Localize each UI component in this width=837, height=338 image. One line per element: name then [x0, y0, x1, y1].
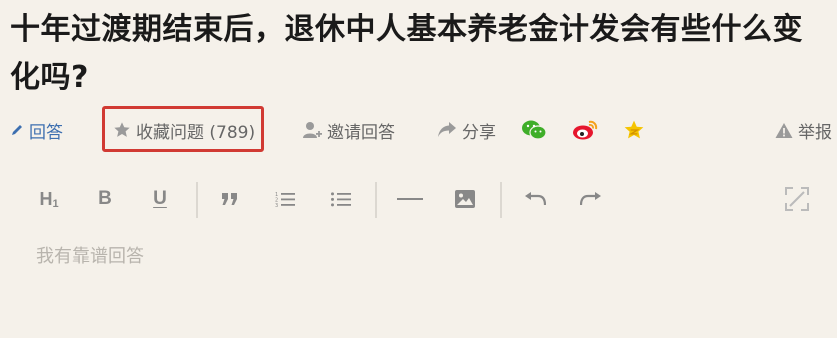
- answer-editor[interactable]: 我有靠谱回答: [36, 242, 816, 272]
- qzone-star-icon: [623, 119, 645, 141]
- editor-toolbar: H1 B U 123: [0, 176, 837, 222]
- answer-button[interactable]: 回答: [10, 110, 63, 150]
- report-label: 举报: [798, 122, 832, 143]
- blockquote-button[interactable]: [215, 184, 245, 214]
- underline-icon: U: [153, 188, 167, 209]
- horizontal-rule-icon: [397, 197, 423, 201]
- wechat-icon: [521, 119, 547, 141]
- question-title: 十年过渡期结束后，退休中人基本养老金计发会有些什么变化吗?: [10, 12, 803, 95]
- share-label: 分享: [462, 122, 496, 143]
- share-qzone-button[interactable]: [623, 110, 645, 150]
- bold-button[interactable]: B: [90, 184, 120, 214]
- undo-button[interactable]: [520, 184, 550, 214]
- answer-label: 回答: [29, 122, 63, 143]
- collect-highlight-box: [102, 106, 264, 152]
- invite-user-icon: [302, 120, 322, 140]
- toolbar-divider: [196, 182, 198, 218]
- quote-icon: [221, 192, 239, 206]
- fullscreen-button[interactable]: [782, 184, 812, 214]
- editor-placeholder: 我有靠谱回答: [36, 246, 144, 267]
- heading1-button[interactable]: H1: [34, 184, 64, 214]
- weibo-icon: [572, 119, 598, 141]
- bold-icon: B: [98, 188, 112, 209]
- invite-answer-button[interactable]: 邀请回答: [302, 110, 395, 150]
- redo-button[interactable]: [576, 184, 606, 214]
- pencil-icon: [10, 123, 24, 137]
- invite-label: 邀请回答: [327, 122, 395, 143]
- horizontal-rule-button[interactable]: [395, 184, 425, 214]
- fullscreen-icon: [785, 187, 809, 211]
- ordered-list-button[interactable]: 123: [270, 184, 300, 214]
- underline-button[interactable]: U: [145, 184, 175, 214]
- toolbar-divider: [375, 182, 377, 218]
- warning-icon: [775, 122, 793, 139]
- insert-image-button[interactable]: [450, 184, 480, 214]
- bullet-list-icon: [331, 191, 351, 207]
- share-icon: [437, 121, 457, 139]
- report-button[interactable]: 举报: [775, 110, 832, 150]
- svg-text:3: 3: [275, 203, 278, 207]
- redo-icon: [580, 192, 602, 206]
- share-weibo-button[interactable]: [572, 110, 598, 150]
- undo-icon: [524, 192, 546, 206]
- bullet-list-button[interactable]: [326, 184, 356, 214]
- share-button[interactable]: 分享: [437, 110, 496, 150]
- share-wechat-button[interactable]: [521, 110, 547, 150]
- ordered-list-icon: 123: [275, 191, 295, 207]
- toolbar-divider: [500, 182, 502, 218]
- image-icon: [455, 190, 475, 208]
- heading-icon: H1: [39, 188, 59, 210]
